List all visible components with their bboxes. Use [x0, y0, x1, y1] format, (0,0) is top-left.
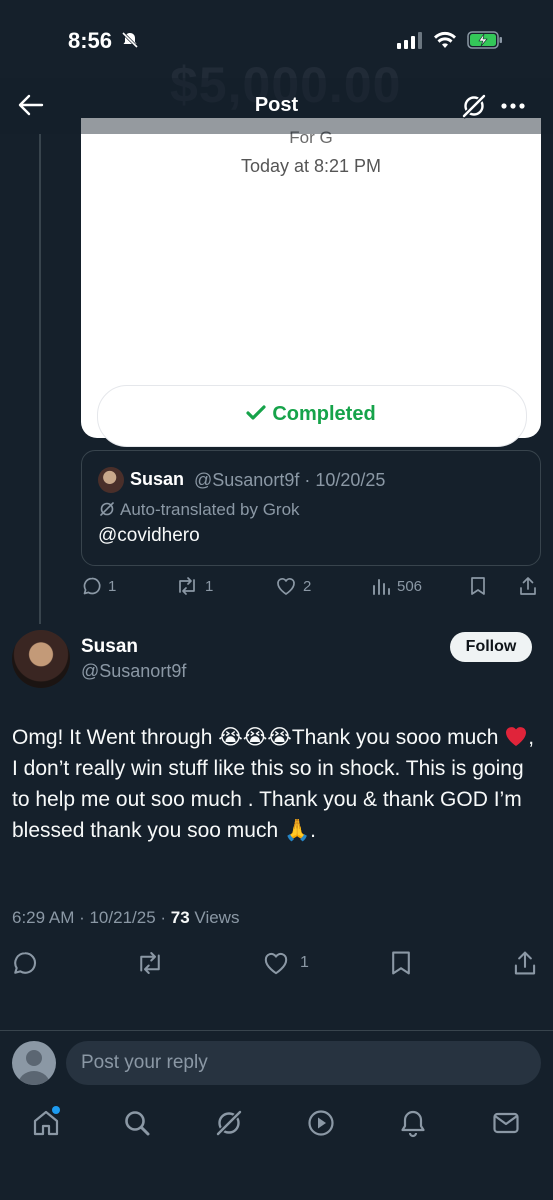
repost-button[interactable]: 1 — [175, 576, 213, 596]
reply-count: 1 — [108, 577, 117, 595]
bookmark-icon — [389, 950, 413, 976]
bookmark-icon — [469, 576, 487, 596]
post-timestamp: 6:29 AM · 10/21/25 · — [12, 908, 171, 927]
author-name[interactable]: Susan — [81, 636, 138, 658]
status-indicators — [397, 30, 503, 50]
quoted-text: @covidhero — [98, 525, 200, 546]
post-meta: 6:29 AM · 10/21/25 · 73 Views — [12, 908, 239, 928]
bookmark-button[interactable] — [469, 576, 487, 596]
reply-icon — [82, 576, 102, 596]
red-heart-icon — [504, 725, 528, 747]
notifications-icon — [398, 1108, 428, 1138]
share-button[interactable] — [518, 576, 538, 596]
like-count-main: 1 — [300, 954, 309, 971]
nav-messages[interactable] — [491, 1108, 521, 1138]
nav-grok[interactable] — [214, 1108, 244, 1138]
quoted-author-name: Susan — [130, 469, 185, 489]
author-avatar[interactable] — [12, 630, 70, 688]
status-time: 8:56 — [68, 28, 113, 53]
like-count: 2 — [303, 577, 312, 595]
reply-icon — [12, 950, 38, 976]
divider — [0, 1030, 553, 1031]
post-views-label: Views — [189, 908, 240, 927]
nav-video[interactable] — [306, 1108, 336, 1138]
views-button[interactable]: 506 — [371, 576, 422, 596]
grok-icon — [214, 1108, 244, 1138]
heart-icon — [262, 950, 290, 976]
signal-icon — [397, 31, 423, 49]
views-count: 506 — [397, 577, 423, 595]
quoted-avatar — [98, 467, 124, 493]
receipt-status: Completed — [81, 403, 541, 426]
share-icon — [512, 950, 538, 976]
repost-button-main[interactable] — [135, 950, 165, 976]
more-options-icon[interactable] — [500, 96, 526, 116]
follow-button[interactable]: Follow — [450, 632, 532, 662]
post-text: Omg! It Went through 😭😭😭Thank you sooo m… — [12, 722, 542, 846]
video-icon — [306, 1108, 336, 1138]
nav-notifications[interactable] — [398, 1108, 428, 1138]
repost-count: 1 — [205, 577, 214, 595]
messages-icon — [491, 1108, 521, 1138]
repost-icon — [135, 950, 165, 976]
author-handle[interactable]: @Susanort9f — [81, 661, 186, 682]
home-notification-dot — [52, 1106, 60, 1114]
checkmark-icon — [246, 404, 266, 422]
quoted-handle-date: @Susanort9f · 10/20/25 — [194, 470, 386, 490]
reply-button-main[interactable] — [12, 950, 38, 976]
views-icon — [371, 576, 391, 596]
heart-icon — [275, 576, 297, 596]
auto-translated-label[interactable]: Auto-translated by Grok — [120, 500, 300, 520]
like-button-main[interactable]: 1 — [262, 950, 309, 976]
post-text-part1: Omg! It Went through 😭😭😭Thank you sooo m… — [12, 726, 505, 749]
share-button-main[interactable] — [512, 950, 538, 976]
bookmark-button-main[interactable] — [389, 950, 413, 976]
wifi-icon — [433, 31, 457, 49]
receipt-status-text: Completed — [272, 403, 376, 425]
reply-button[interactable]: 1 — [82, 576, 116, 596]
silent-mode-icon — [120, 30, 140, 50]
reply-input[interactable] — [66, 1041, 541, 1085]
my-avatar[interactable] — [12, 1041, 56, 1085]
like-button[interactable]: 2 — [275, 576, 311, 596]
grok-icon[interactable] — [461, 93, 487, 119]
nav-search[interactable] — [122, 1108, 152, 1138]
search-icon — [122, 1108, 152, 1138]
receipt-date: Today at 8:21 PM — [240, 156, 382, 176]
thread-connector — [39, 134, 41, 624]
post-views-count: 73 — [170, 908, 190, 927]
battery-charging-icon — [467, 30, 503, 50]
share-icon — [518, 576, 538, 596]
repost-icon — [175, 576, 199, 596]
grok-translate-icon — [99, 501, 115, 517]
